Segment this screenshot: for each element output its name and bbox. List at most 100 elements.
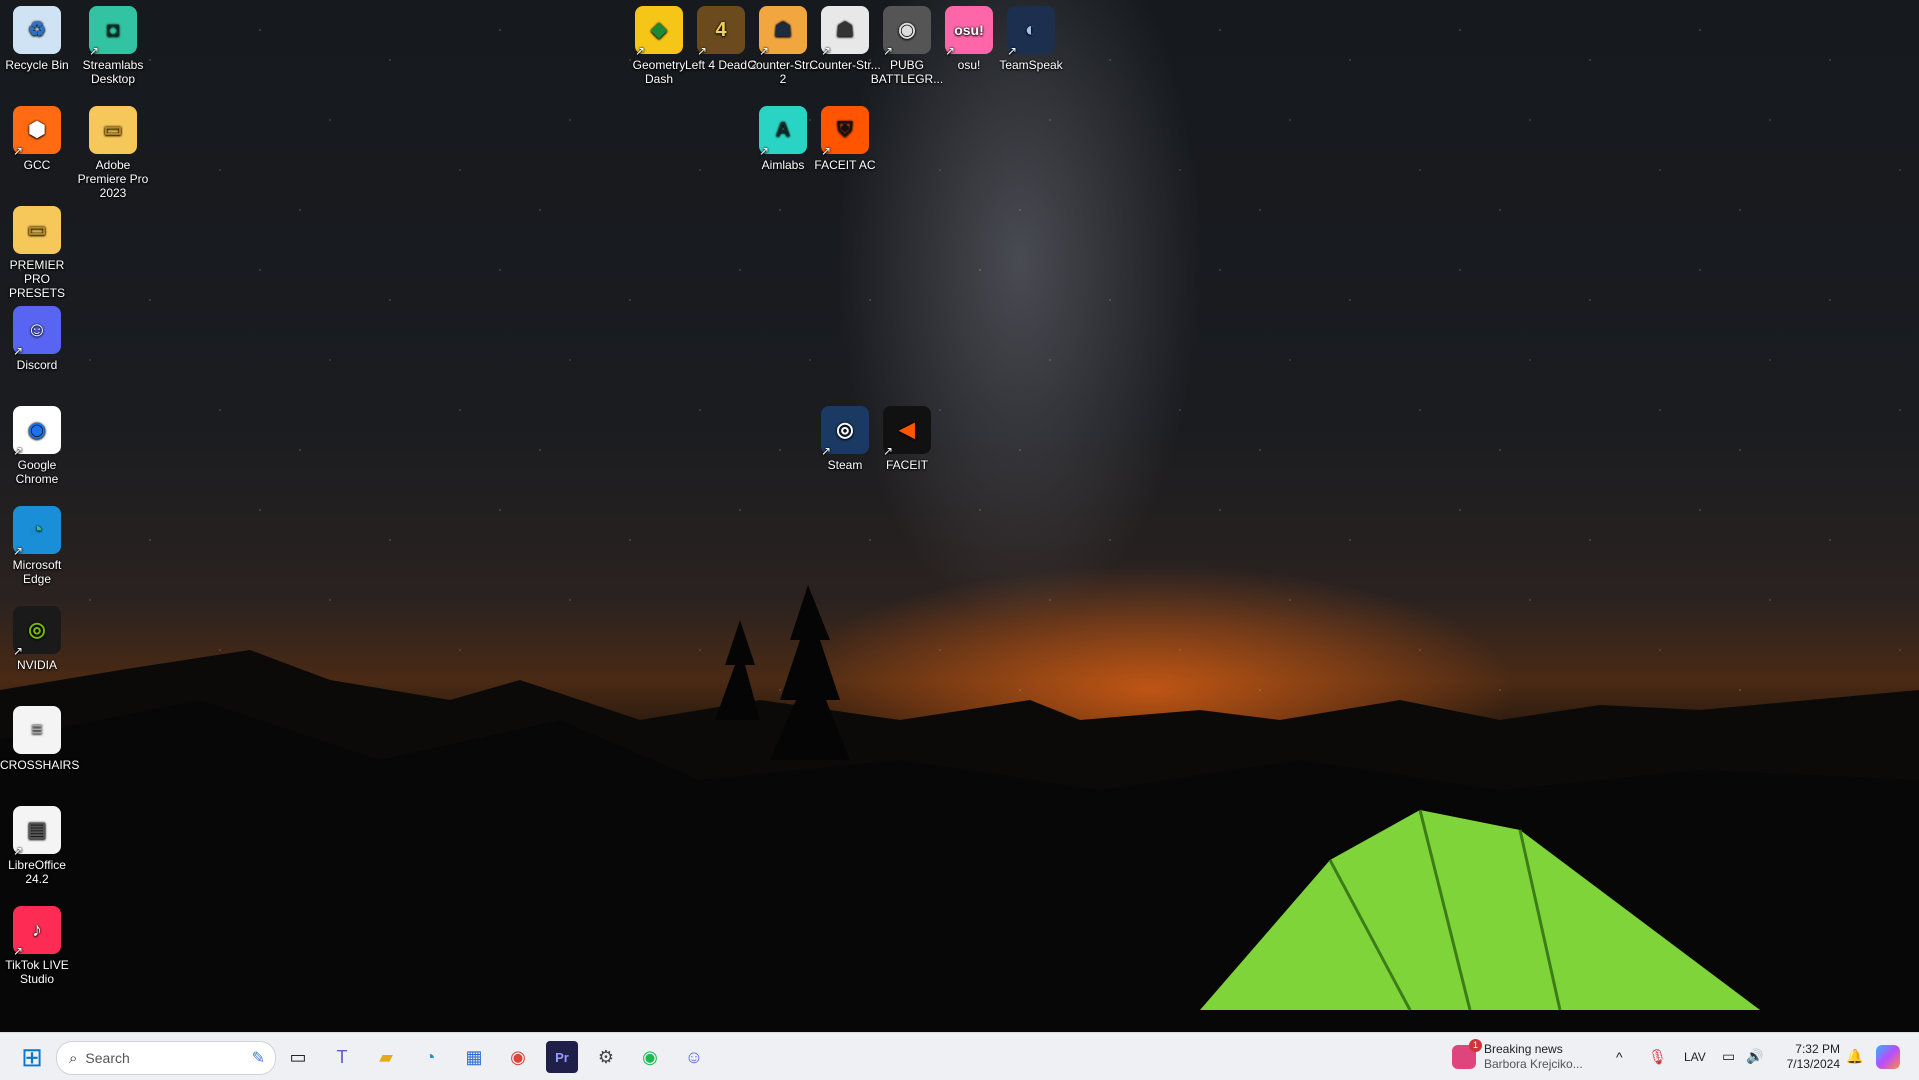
news-title: Breaking news — [1484, 1041, 1563, 1056]
taskbar-settings-button[interactable]: ⚙ — [590, 1041, 622, 1073]
app-icon: ♻ — [13, 6, 61, 54]
shortcut-arrow-icon: ↗ — [1007, 44, 1018, 58]
start-button[interactable]: ⊞ — [16, 1041, 48, 1073]
taskbar-edge-button[interactable]: ◔ — [414, 1041, 446, 1073]
microphone-icon[interactable]: 🎙 — [1648, 1033, 1667, 1080]
desktop-icon-faceit-ac[interactable]: ⛨ ↗ FACEIT AC — [808, 106, 882, 172]
desktop-icon-label: LibreOffice 24.2 — [8, 858, 66, 886]
shortcut-arrow-icon: ↗ — [635, 44, 646, 58]
desktop-wallpaper — [0, 0, 1919, 1032]
language-indicator[interactable]: LAV — [1684, 1033, 1706, 1080]
shortcut-arrow-icon: ↗ — [883, 444, 894, 458]
news-subtitle: Barbora Krejciko... — [1484, 1056, 1583, 1071]
desktop-icon-libreoffice-24-2[interactable]: ▤ ↗ LibreOffice 24.2 — [0, 806, 74, 886]
desktop-icon-google-chrome[interactable]: ◉ ↗ Google Chrome — [0, 406, 74, 486]
teams-icon: T — [336, 1046, 348, 1067]
shortcut-arrow-icon: ↗ — [13, 944, 24, 958]
volume-icon[interactable]: 🔊 — [1746, 1033, 1763, 1080]
shortcut-arrow-icon: ↗ — [821, 144, 832, 158]
settings-icon: ⚙ — [597, 1046, 615, 1067]
desktop-icon-label: CROSSHAIRS — [0, 758, 80, 772]
taskbar-discord-button[interactable]: ☺ — [678, 1041, 710, 1073]
desktop-icon-label: FACEIT — [885, 458, 928, 472]
taskbar-store-button[interactable]: ▦ — [458, 1041, 490, 1073]
shortcut-arrow-icon: ↗ — [13, 444, 24, 458]
taskbar-teams-button[interactable]: T — [326, 1041, 358, 1073]
taskbar-spotify-button[interactable]: ◉ — [634, 1041, 666, 1073]
search-highlight-icon: ✎ — [251, 1050, 265, 1067]
desktop-icon-teamspeak[interactable]: ◐ ↗ TeamSpeak — [994, 6, 1068, 72]
shortcut-arrow-icon: ↗ — [945, 44, 956, 58]
app-icon: ▭ — [13, 206, 61, 254]
landscape-silhouette — [0, 585, 1919, 1032]
taskbar: ⊞ ⌕ Search ✎ ▭ T ▰ ◔ ▦ ◉ Pr ⚙ ◉ ☺ 1 Breaking news… — [0, 1032, 1919, 1080]
desktop-icon-label: NVIDIA — [16, 658, 57, 672]
network-icon[interactable]: ▭ — [1722, 1033, 1735, 1080]
shortcut-arrow-icon: ↗ — [13, 344, 24, 358]
app-icon: ≡ — [13, 706, 61, 754]
clock[interactable]: 7:32 PM 7/13/2024 — [1776, 1033, 1840, 1080]
taskbar-file-explorer-button[interactable]: ▰ — [370, 1041, 402, 1073]
chevron-up-icon: ^ — [1616, 1048, 1623, 1065]
show-hidden-icons-button[interactable]: ^ — [1616, 1033, 1623, 1080]
news-widget[interactable]: 1 Breaking news Barbora Krejciko... — [1452, 1033, 1583, 1080]
desktop-icon-nvidia[interactable]: ◎ ↗ NVIDIA — [0, 606, 74, 672]
app-icon: ▭ — [89, 106, 137, 154]
shortcut-arrow-icon: ↗ — [13, 844, 24, 858]
shortcut-arrow-icon: ↗ — [759, 144, 770, 158]
task-view-icon: ▭ — [289, 1046, 307, 1067]
shortcut-arrow-icon: ↗ — [89, 44, 100, 58]
store-icon: ▦ — [465, 1046, 483, 1067]
desktop-icon-premier-pro-presets[interactable]: ▭ PREMIER PRO PRESETS — [0, 206, 74, 300]
desktop-icon-label: Microsoft Edge — [12, 558, 62, 586]
shortcut-arrow-icon: ↗ — [759, 44, 770, 58]
search-icon: ⌕ — [69, 1049, 78, 1067]
search-placeholder: Search — [85, 1050, 130, 1066]
copilot-icon — [1876, 1044, 1900, 1069]
news-icon: 1 — [1452, 1038, 1482, 1069]
discord-icon: ☺ — [684, 1046, 704, 1067]
desktop-icon-faceit[interactable]: ◀ ↗ FACEIT — [870, 406, 944, 472]
desktop-icon-microsoft-edge[interactable]: ◔ ↗ Microsoft Edge — [0, 506, 74, 586]
desktop-icon-label: GCC — [23, 158, 51, 172]
edge-icon: ◔ — [424, 1046, 436, 1067]
desktop-icon-streamlabs-desktop[interactable]: ◘ ↗ Streamlabs Desktop — [76, 6, 150, 86]
desktop-icon-crosshairs[interactable]: ≡ CROSSHAIRS — [0, 706, 80, 772]
desktop-icon-label: TeamSpeak — [999, 58, 1063, 72]
clock-date: 7/13/2024 — [1786, 1056, 1840, 1071]
desktop-icon-label: Google Chrome — [15, 458, 59, 486]
desktop-icon-label: PREMIER PRO PRESETS — [8, 258, 65, 300]
shortcut-arrow-icon: ↗ — [13, 144, 24, 158]
copilot-button[interactable] — [1876, 1033, 1900, 1080]
news-badge: 1 — [1469, 1038, 1482, 1052]
desktop-icon-gcc[interactable]: ⬢ ↗ GCC — [0, 106, 74, 172]
taskbar-task-view-button[interactable]: ▭ — [282, 1041, 314, 1073]
desktop-icon-tiktok-live-studio[interactable]: ♪ ↗ TikTok LIVE Studio — [0, 906, 74, 986]
desktop-icon-recycle-bin[interactable]: ♻ Recycle Bin — [0, 6, 74, 72]
desktop-icon-label: Recycle Bin — [5, 58, 69, 72]
notifications-icon[interactable]: 🔔 — [1846, 1033, 1863, 1080]
desktop-icon-label: Adobe Premiere Pro 2023 — [77, 158, 149, 200]
shortcut-arrow-icon: ↗ — [883, 44, 894, 58]
shortcut-arrow-icon: ↗ — [13, 544, 24, 558]
desktop-icon-label: TikTok LIVE Studio — [5, 958, 69, 986]
taskbar-premiere-pro-button[interactable]: Pr — [546, 1041, 578, 1073]
chrome-icon: ◉ — [510, 1046, 526, 1067]
desktop-icon-label: Streamlabs Desktop — [82, 58, 144, 86]
clock-time: 7:32 PM — [1795, 1041, 1840, 1056]
shortcut-arrow-icon: ↗ — [697, 44, 708, 58]
windows-logo-icon: ⊞ — [21, 1041, 43, 1072]
search-input[interactable]: ⌕ Search ✎ — [56, 1041, 276, 1075]
shortcut-arrow-icon: ↗ — [821, 444, 832, 458]
premiere-pro-icon: Pr — [555, 1049, 569, 1065]
shortcut-arrow-icon: ↗ — [13, 644, 24, 658]
desktop-icon-label: FACEIT AC — [814, 158, 876, 172]
taskbar-chrome-button[interactable]: ◉ — [502, 1041, 534, 1073]
file-explorer-icon: ▰ — [379, 1046, 393, 1067]
desktop-icon-adobe-premiere-pro-2023[interactable]: ▭ Adobe Premiere Pro 2023 — [76, 106, 150, 200]
desktop-icon-label: Discord — [16, 358, 58, 372]
spotify-icon: ◉ — [642, 1046, 658, 1067]
desktop-icon-discord[interactable]: ☺ ↗ Discord — [0, 306, 74, 372]
language-label: LAV — [1684, 1049, 1706, 1064]
shortcut-arrow-icon: ↗ — [821, 44, 832, 58]
